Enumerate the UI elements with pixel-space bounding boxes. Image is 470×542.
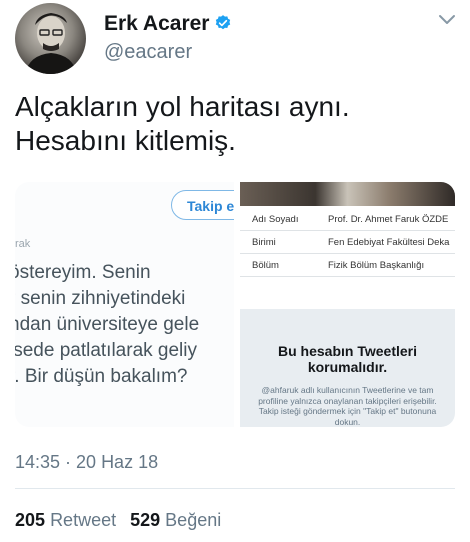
table-row: Bölüm Fizik Bölüm Başkanlığı — [240, 253, 455, 277]
tweet-text: Alçakların yol haritası aynı. Hesabını k… — [15, 90, 455, 158]
image-text-line: r. Bir düşün bakalım? — [15, 366, 188, 387]
follow-button-partial: Takip e — [171, 190, 234, 220]
row-value: Prof. Dr. Ahmet Faruk ÖZDE — [316, 208, 455, 231]
row-value: Fizik Bölüm Başkanlığı — [316, 253, 455, 277]
tweet-stats: 205 Retweet 529 Beğeni — [15, 510, 221, 531]
like-label: Beğeni — [165, 510, 222, 530]
media-image-right-bottom[interactable]: Bu hesabın Tweetleri korumalıdır. @ahfar… — [240, 309, 455, 427]
tweet-line: Hesabını kitlemiş. — [15, 125, 236, 156]
table-row: Birimi Fen Edebiyat Fakültesi Deka — [240, 230, 455, 254]
profile-info-table: Adı Soyadı Prof. Dr. Ahmet Faruk ÖZDE Bi… — [240, 208, 455, 277]
photo-strip — [240, 182, 455, 206]
divider — [15, 488, 455, 489]
row-value: Fen Edebiyat Fakültesi Deka — [316, 230, 455, 254]
author-name-text[interactable]: Erk Acarer — [104, 12, 209, 35]
profile-photo-icon — [25, 13, 77, 74]
avatar[interactable] — [15, 3, 86, 74]
image-text-line: ndan üniversiteye gele — [15, 314, 200, 335]
media-image-left[interactable]: Takip e rak östereyim. Senin r senin zih… — [15, 182, 234, 427]
verified-badge-icon — [216, 15, 231, 30]
tweet-timestamp[interactable]: 14:35 · 20 Haz 18 — [15, 452, 158, 473]
image-text-line: östereyim. Senin — [15, 262, 151, 283]
chevron-down-icon[interactable] — [436, 12, 458, 28]
protected-title: Bu hesabın Tweetleri korumalıdır. — [278, 343, 417, 375]
like-stat[interactable]: 529 Beğeni — [130, 510, 221, 531]
image-text-line: r senin zihniyetindeki — [15, 288, 186, 309]
table-row: Adı Soyadı Prof. Dr. Ahmet Faruk ÖZDE — [240, 208, 455, 231]
image-text-line: isede patlatılarak geliy — [15, 340, 197, 361]
row-label: Birimi — [240, 230, 316, 254]
author-display-name[interactable]: Erk Acarer — [104, 12, 232, 36]
row-label: Bölüm — [240, 253, 316, 277]
protected-description: @ahfaruk adlı kullanıcının Tweetlerine v… — [258, 385, 437, 427]
tweet-line: Alçakların yol haritası aynı. — [15, 91, 350, 122]
row-label: Adı Soyadı — [240, 208, 316, 231]
image-sublabel: rak — [15, 238, 31, 250]
like-count: 529 — [130, 510, 161, 530]
author-handle[interactable]: @eacarer — [104, 41, 192, 64]
media-image-right-top[interactable]: Adı Soyadı Prof. Dr. Ahmet Faruk ÖZDE Bi… — [240, 182, 455, 303]
retweet-stat[interactable]: 205 Retweet — [15, 510, 116, 531]
image-text-block: östereyim. Senin r senin zihniyetindeki … — [15, 260, 199, 390]
retweet-label: Retweet — [50, 510, 117, 530]
retweet-count: 205 — [15, 510, 46, 530]
